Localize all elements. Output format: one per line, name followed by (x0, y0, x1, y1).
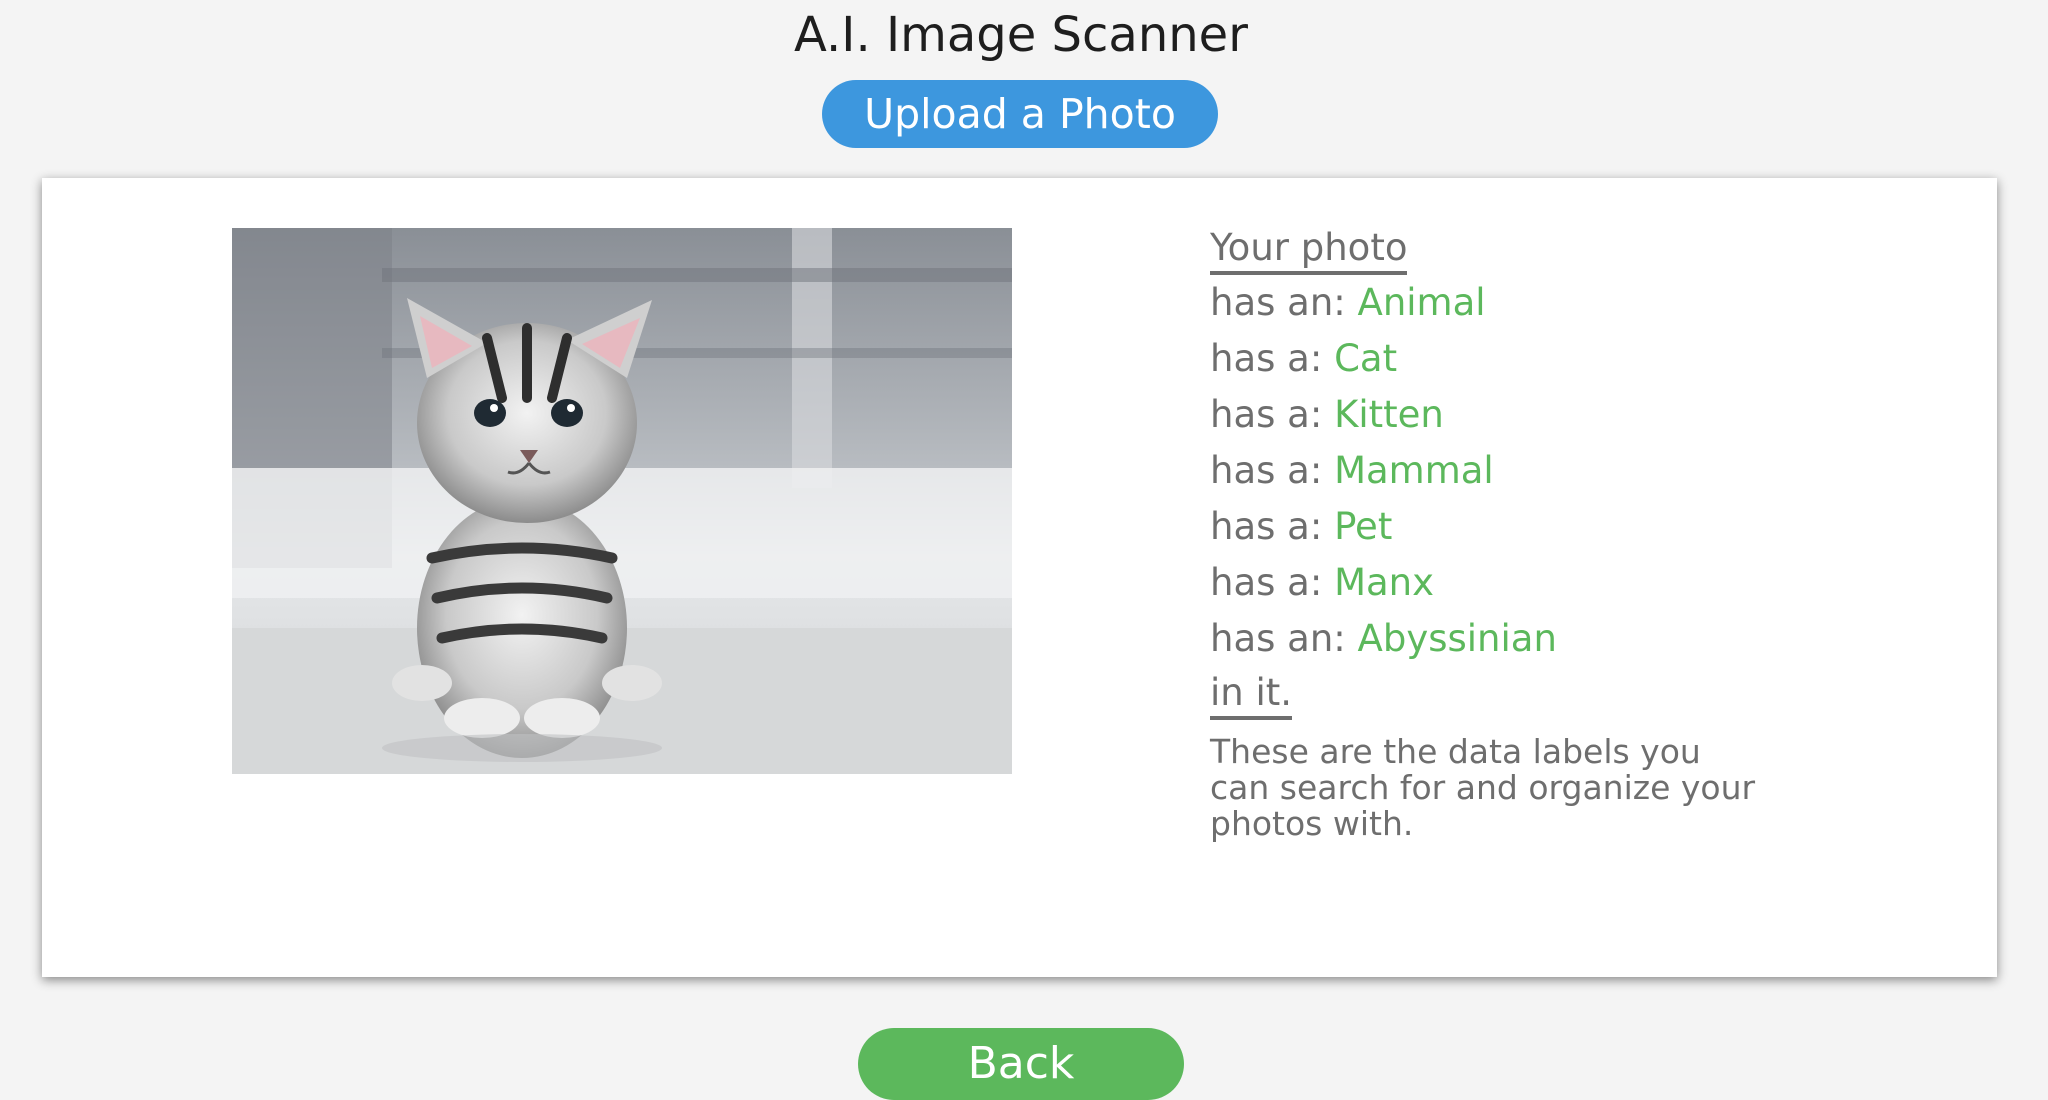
results-heading: Your photo (1210, 225, 1408, 275)
label-value: Cat (1334, 337, 1398, 380)
scan-results: Your photo has an: Animal has a: Cat has… (1210, 222, 1810, 842)
results-closing: in it. (1210, 670, 1293, 720)
results-explanation: These are the data labels you can search… (1210, 732, 1756, 843)
label-prefix: has a: (1210, 393, 1335, 436)
label-row: has a: Pet (1210, 499, 1810, 555)
label-value: Animal (1357, 281, 1486, 324)
label-prefix: has an: (1210, 617, 1358, 660)
label-row: has a: Kitten (1210, 387, 1810, 443)
label-value: Kitten (1334, 393, 1444, 436)
label-row: has a: Cat (1210, 331, 1810, 387)
label-row: has a: Mammal (1210, 443, 1810, 499)
label-value: Manx (1334, 561, 1435, 604)
label-prefix: has an: (1210, 281, 1358, 324)
upload-photo-button[interactable]: Upload a Photo (822, 80, 1218, 148)
kitten-photo-icon (232, 228, 1012, 774)
label-row: has an: Animal (1210, 275, 1810, 331)
label-value: Mammal (1334, 449, 1494, 492)
page-title: A.I. Image Scanner (794, 7, 1248, 63)
label-prefix: has a: (1210, 505, 1335, 548)
back-button[interactable]: Back (858, 1028, 1184, 1100)
label-value: Pet (1334, 505, 1393, 548)
label-row: has an: Abyssinian (1210, 611, 1810, 667)
uploaded-photo (232, 228, 1012, 774)
label-value: Abyssinian (1357, 617, 1557, 660)
label-prefix: has a: (1210, 449, 1335, 492)
label-prefix: has a: (1210, 561, 1335, 604)
label-prefix: has a: (1210, 337, 1335, 380)
label-row: has a: Manx (1210, 555, 1810, 611)
result-card: Your photo has an: Animal has a: Cat has… (42, 178, 1997, 977)
